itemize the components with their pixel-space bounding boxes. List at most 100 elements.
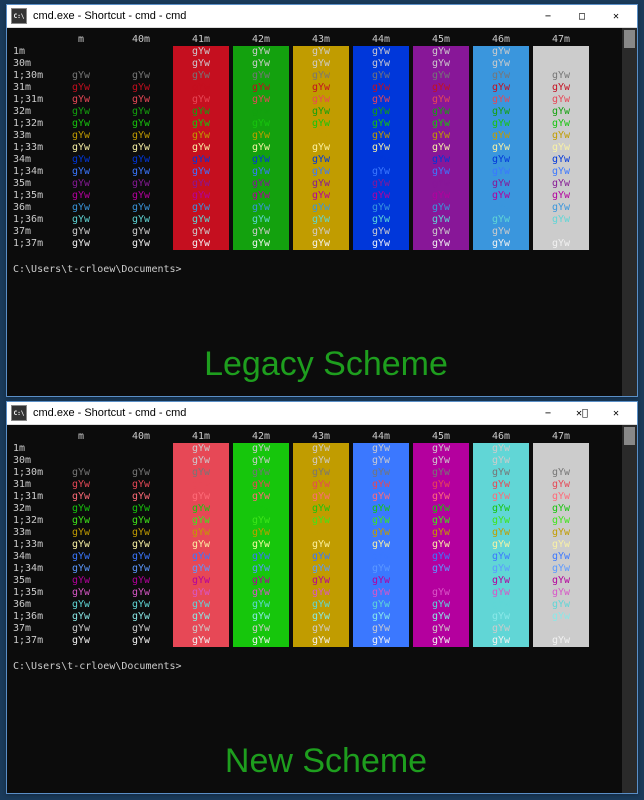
color-cell: gYw (473, 130, 529, 142)
color-cell: gYw (293, 94, 349, 106)
color-cell: gYw (533, 106, 589, 118)
color-cell: gYw (413, 202, 469, 214)
color-cell: gYw (473, 467, 529, 479)
color-cell: gYw (293, 527, 349, 539)
row-label: 33m (11, 527, 53, 539)
color-cell: gYw (173, 178, 229, 190)
color-cell: gYw (413, 214, 469, 226)
scheme-label-legacy: Legacy Scheme (11, 345, 637, 384)
color-cell: gYw (113, 515, 169, 527)
color-cell: gYw (473, 142, 529, 154)
bg-header: 41m (173, 431, 229, 443)
color-cell: gYw (533, 178, 589, 190)
maximize-button[interactable]: ✕⃞ (565, 402, 599, 424)
close-button[interactable]: ✕ (599, 402, 633, 424)
color-cell: gYw (233, 527, 289, 539)
color-cell: gYw (413, 563, 469, 575)
color-cell: gYw (293, 635, 349, 647)
color-cell: gYw (53, 142, 109, 154)
row-label: 1;37m (11, 635, 53, 647)
color-cell: gYw (413, 58, 469, 70)
color-cell (53, 58, 109, 70)
color-cell: gYw (293, 611, 349, 623)
color-cell: gYw (233, 130, 289, 142)
color-cell: gYw (113, 226, 169, 238)
color-cell: gYw (233, 82, 289, 94)
color-cell: gYw (113, 623, 169, 635)
color-cell: gYw (293, 70, 349, 82)
color-cell: gYw (233, 118, 289, 130)
color-cell: gYw (293, 202, 349, 214)
color-cell: gYw (173, 142, 229, 154)
scrollbar[interactable] (622, 425, 637, 793)
color-cell: gYw (473, 178, 529, 190)
color-cell (113, 443, 169, 455)
color-cell: gYw (173, 190, 229, 202)
color-cell: gYw (293, 142, 349, 154)
row-label: 36m (11, 202, 53, 214)
bg-header: 42m (233, 431, 289, 443)
color-cell: gYw (173, 118, 229, 130)
color-cell: gYw (53, 551, 109, 563)
color-cell: gYw (413, 178, 469, 190)
color-cell: gYw (413, 599, 469, 611)
color-cell: gYw (473, 575, 529, 587)
row-label: 1;30m (11, 70, 53, 82)
color-cell: gYw (533, 563, 589, 575)
color-cell: gYw (293, 503, 349, 515)
minimize-button[interactable]: − (531, 402, 565, 424)
color-cell: gYw (533, 491, 589, 503)
color-cell: gYw (233, 635, 289, 647)
color-cell: gYw (113, 178, 169, 190)
color-cell: gYw (473, 611, 529, 623)
color-cell: gYw (233, 575, 289, 587)
scrollbar[interactable] (622, 28, 637, 396)
bg-header: 43m (293, 431, 349, 443)
color-cell: gYw (233, 46, 289, 58)
bg-header: 45m (413, 34, 469, 46)
color-cell: gYw (293, 599, 349, 611)
color-cell: gYw (533, 214, 589, 226)
color-cell: gYw (233, 94, 289, 106)
color-cell: gYw (473, 238, 529, 250)
color-cell: gYw (113, 82, 169, 94)
color-cell: gYw (353, 118, 409, 130)
color-cell: gYw (173, 443, 229, 455)
close-button[interactable]: ✕ (599, 5, 633, 27)
color-cell: gYw (473, 587, 529, 599)
color-cell: gYw (113, 491, 169, 503)
color-cell: gYw (173, 106, 229, 118)
color-cell: gYw (293, 443, 349, 455)
bg-header: 40m (113, 431, 169, 443)
titlebar: C:\ cmd.exe - Shortcut - cmd - cmd − □ ✕ (7, 5, 637, 28)
titlebar: C:\ cmd.exe - Shortcut - cmd - cmd − ✕⃞ … (7, 402, 637, 425)
bg-header: 43m (293, 34, 349, 46)
color-cell: gYw (353, 166, 409, 178)
row-label: 1;34m (11, 563, 53, 575)
color-cell: gYw (53, 491, 109, 503)
color-cell: gYw (293, 491, 349, 503)
minimize-button[interactable]: − (531, 5, 565, 27)
color-cell: gYw (113, 587, 169, 599)
row-label: 1;35m (11, 587, 53, 599)
color-cell: gYw (233, 58, 289, 70)
maximize-button[interactable]: □ (565, 5, 599, 27)
row-label: 31m (11, 479, 53, 491)
color-cell: gYw (533, 142, 589, 154)
color-cell: gYw (173, 58, 229, 70)
color-cell: gYw (113, 202, 169, 214)
color-cell: gYw (173, 575, 229, 587)
color-cell (53, 46, 109, 58)
color-cell: gYw (293, 587, 349, 599)
color-cell: gYw (293, 118, 349, 130)
color-cell: gYw (353, 587, 409, 599)
color-cell: gYw (173, 479, 229, 491)
color-cell (53, 455, 109, 467)
color-cell: gYw (533, 527, 589, 539)
color-cell: gYw (173, 70, 229, 82)
color-cell: gYw (533, 130, 589, 142)
color-cell: gYw (113, 563, 169, 575)
color-cell: gYw (113, 238, 169, 250)
color-cell: gYw (413, 94, 469, 106)
color-cell: gYw (533, 94, 589, 106)
